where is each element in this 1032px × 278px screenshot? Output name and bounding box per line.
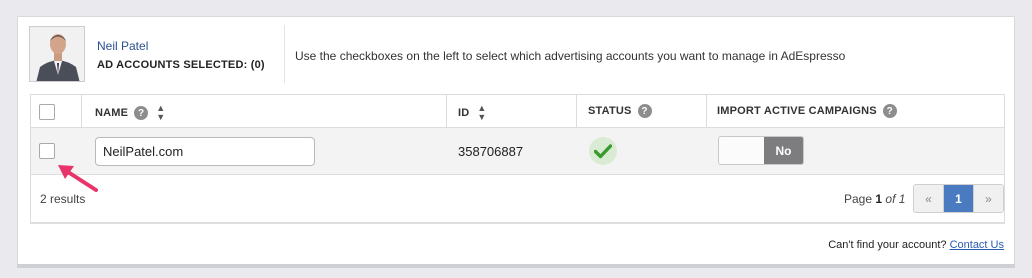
- page-current-number: 1: [875, 192, 883, 206]
- instructions-text: Use the checkboxes on the left to select…: [295, 49, 846, 63]
- account-name-input[interactable]: [95, 137, 315, 166]
- annotation-arrow-icon: [58, 165, 98, 192]
- help-icon[interactable]: ?: [637, 104, 652, 118]
- accounts-table: NAME ? ▲ ▼ ID ▲ ▼ STATUS ? IMPORT ACTIVE C…: [30, 94, 1005, 223]
- help-icon[interactable]: ?: [882, 104, 897, 118]
- sort-icon[interactable]: ▲ ▼: [156, 104, 165, 122]
- user-name[interactable]: Neil Patel: [97, 39, 148, 53]
- table-header: NAME ? ▲ ▼ ID ▲ ▼ STATUS ? IMPORT ACTIVE C…: [31, 95, 1004, 128]
- column-header-status: STATUS ?: [588, 104, 652, 118]
- page-label: Page: [844, 192, 873, 206]
- column-id-label: ID: [458, 107, 470, 119]
- accounts-selected-count: AD ACCOUNTS SELECTED: (0): [97, 59, 265, 71]
- sort-icon[interactable]: ▲ ▼: [477, 104, 486, 122]
- table-footer: 2 results Page 1 of 1 « 1 »: [31, 175, 1004, 222]
- account-id: 358706887: [458, 144, 524, 159]
- column-status-label: STATUS: [588, 105, 632, 117]
- row-select-checkbox[interactable]: [39, 143, 55, 159]
- footer-help: Can't find your account? Contact Us: [828, 239, 1004, 251]
- user-photo: [30, 27, 84, 81]
- avatar: [29, 26, 85, 82]
- column-header-import: IMPORT ACTIVE CAMPAIGNS ?: [717, 104, 897, 118]
- toggle-no-label[interactable]: No: [764, 137, 803, 164]
- footer-question: Can't find your account?: [828, 239, 947, 251]
- pagination-control: « 1 »: [913, 184, 1004, 213]
- status-active-check-icon: [589, 137, 617, 165]
- header-divider: [284, 25, 285, 83]
- next-page-button[interactable]: »: [974, 185, 1003, 212]
- prev-page-button[interactable]: «: [914, 185, 943, 212]
- contact-us-link[interactable]: Contact Us: [950, 239, 1004, 251]
- select-all-checkbox[interactable]: [39, 104, 55, 120]
- column-name-label: NAME: [95, 107, 129, 119]
- page-1-button[interactable]: 1: [943, 185, 974, 212]
- footer-divider: [30, 223, 1005, 224]
- page-total: of 1: [885, 192, 906, 206]
- column-header-id[interactable]: ID ▲ ▼: [458, 104, 487, 122]
- accounts-panel: Neil Patel AD ACCOUNTS SELECTED: (0) Use…: [17, 16, 1015, 266]
- help-icon[interactable]: ?: [134, 106, 149, 120]
- column-import-label: IMPORT ACTIVE CAMPAIGNS: [717, 105, 877, 117]
- table-row: 358706887 No: [31, 128, 1004, 175]
- toggle-yes-side[interactable]: [719, 137, 764, 164]
- page-indicator: Page 1 of 1: [844, 192, 905, 206]
- import-campaigns-toggle[interactable]: No: [718, 136, 804, 165]
- panel-shadow: [17, 264, 1015, 268]
- column-header-name[interactable]: NAME ? ▲ ▼: [95, 104, 165, 122]
